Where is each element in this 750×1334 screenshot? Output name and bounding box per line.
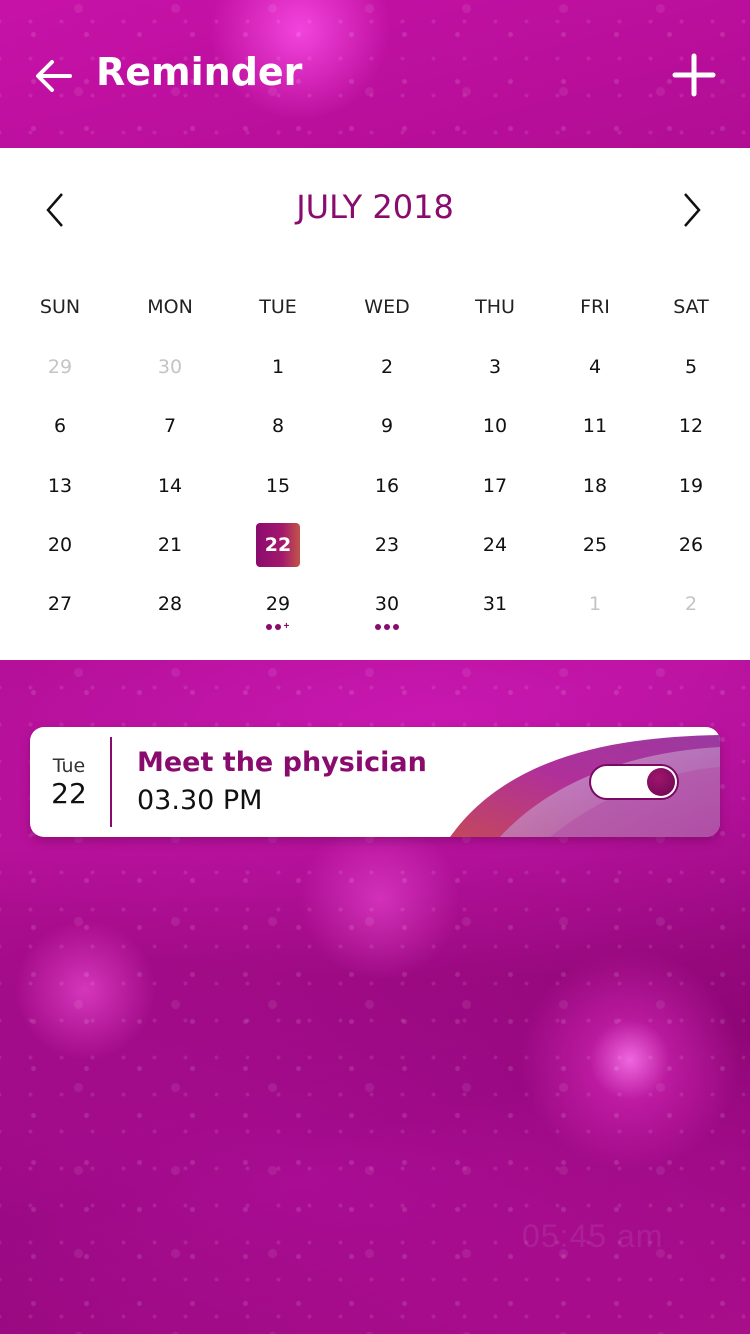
calendar-day[interactable]: 4 (555, 345, 635, 389)
calendar-day[interactable]: 30 (130, 345, 210, 389)
calendar-day[interactable]: 6 (20, 404, 100, 448)
calendar-day[interactable]: 20 (20, 523, 100, 567)
page-title: Reminder (96, 50, 303, 94)
weekday-sat: SAT (673, 296, 709, 318)
calendar-day[interactable]: 21 (130, 523, 210, 567)
calendar: JULY 2018 SUN MON TUE WED THU FRI SAT 29 30 1 2 3 4 5… (0, 148, 750, 660)
reminder-card[interactable]: Tue 22 Meet the physician 03.30 PM (30, 727, 720, 837)
calendar-day[interactable]: 31 (455, 582, 535, 626)
weekday-fri: FRI (580, 296, 610, 318)
add-reminder-button[interactable] (672, 53, 716, 97)
card-divider (110, 737, 112, 827)
weekday-thu: THU (475, 296, 515, 318)
weekday-tue: TUE (259, 296, 297, 318)
app-header: Reminder (0, 0, 750, 148)
calendar-day[interactable]: 5 (651, 345, 731, 389)
calendar-day[interactable]: 17 (455, 464, 535, 508)
calendar-day[interactable]: 10 (455, 404, 535, 448)
calendar-day[interactable]: 2 (651, 582, 731, 626)
event-indicator: + (265, 621, 290, 632)
calendar-day[interactable]: 24 (455, 523, 535, 567)
reminder-day: 22 (51, 777, 87, 810)
weekday-wed: WED (364, 296, 410, 318)
plus-icon (672, 53, 716, 97)
calendar-day[interactable]: 27 (20, 582, 100, 626)
next-month-button[interactable] (677, 190, 707, 230)
calendar-day[interactable]: 11 (555, 404, 635, 448)
more-events-icon: + (283, 621, 290, 632)
reminder-title: Meet the physician (137, 747, 427, 778)
event-dot (384, 624, 390, 630)
calendar-day[interactable]: 3 (455, 345, 535, 389)
arrow-left-icon (36, 60, 72, 92)
calendar-day[interactable]: 13 (20, 464, 100, 508)
chevron-right-icon (684, 193, 701, 227)
event-dot (393, 624, 399, 630)
weekday-sun: SUN (39, 296, 81, 318)
calendar-day[interactable]: 9 (347, 404, 427, 448)
event-indicator (375, 623, 399, 631)
event-dot (375, 624, 381, 630)
toggle-knob (647, 768, 675, 796)
calendar-day[interactable]: 1 (555, 582, 635, 626)
event-dot (274, 624, 281, 630)
calendar-day[interactable]: 29 (20, 345, 100, 389)
calendar-day[interactable]: 18 (555, 464, 635, 508)
event-dot (265, 624, 272, 630)
calendar-day-selected[interactable]: 22 (238, 523, 318, 567)
calendar-day[interactable]: 12 (651, 404, 731, 448)
reminder-day-of-week: Tue (52, 755, 86, 777)
calendar-day[interactable]: 15 (238, 464, 318, 508)
calendar-day[interactable]: 7 (130, 404, 210, 448)
calendar-day[interactable]: 2 (347, 345, 427, 389)
calendar-day[interactable]: 26 (651, 523, 731, 567)
calendar-day[interactable]: 23 (347, 523, 427, 567)
calendar-day[interactable]: 16 (347, 464, 427, 508)
month-title: JULY 2018 (296, 188, 454, 226)
reminder-time: 03.30 PM (137, 785, 263, 816)
reminder-toggle[interactable] (589, 764, 679, 800)
calendar-day[interactable]: 1 (238, 345, 318, 389)
back-button[interactable] (34, 56, 74, 96)
calendar-day[interactable]: 14 (130, 464, 210, 508)
background-time: 05:45 am (522, 1218, 664, 1254)
calendar-day[interactable]: 28 (130, 582, 210, 626)
calendar-day[interactable]: 8 (238, 404, 318, 448)
calendar-day[interactable]: 29 (238, 582, 318, 626)
weekday-mon: MON (147, 296, 193, 318)
calendar-day[interactable]: 19 (651, 464, 731, 508)
calendar-day[interactable]: 30 (347, 582, 427, 626)
calendar-day[interactable]: 25 (555, 523, 635, 567)
